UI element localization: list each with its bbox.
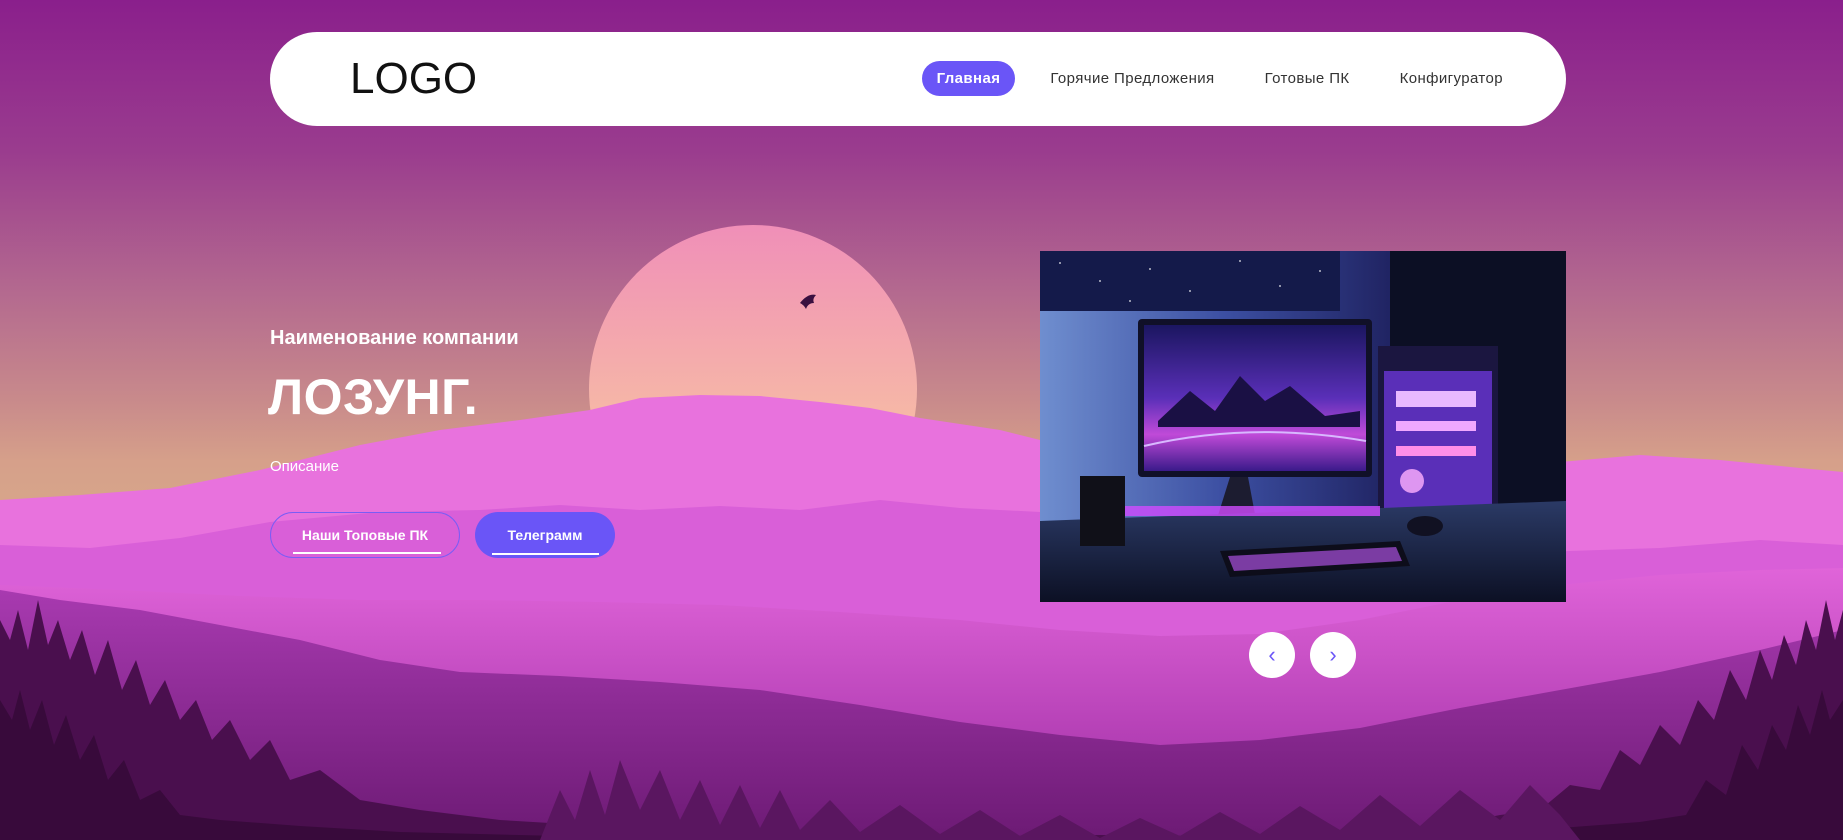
- top-pcs-button-label: Наши Топовые ПК: [301, 527, 429, 543]
- logo[interactable]: LOGO: [350, 54, 477, 104]
- chevron-left-icon: ‹: [1268, 642, 1276, 667]
- button-underline: [293, 552, 441, 554]
- gaming-pc-photo: [1040, 251, 1566, 602]
- nav-item-home[interactable]: Главная: [921, 61, 1016, 96]
- slider-image: [1040, 251, 1566, 602]
- nav-item-ready-pcs[interactable]: Готовые ПК: [1250, 61, 1365, 96]
- chevron-right-icon: ›: [1329, 642, 1337, 667]
- hero-scene: LOGO Главная Горячие Предложения Готовые…: [0, 0, 1843, 840]
- top-pcs-button[interactable]: Наши Топовые ПК: [270, 512, 460, 558]
- main-nav: Главная Горячие Предложения Готовые ПК К…: [902, 61, 1518, 96]
- slider-prev-button[interactable]: ‹: [1249, 632, 1295, 678]
- button-underline: [492, 553, 599, 555]
- nav-item-hot-offers[interactable]: Горячие Предложения: [1035, 61, 1229, 96]
- hero-description: Описание: [270, 458, 340, 475]
- company-name: Наименование компании: [270, 327, 519, 349]
- telegram-button-label: Телеграмм: [507, 527, 583, 543]
- slider-next-button[interactable]: ›: [1310, 632, 1356, 678]
- slogan-heading: ЛОЗУНГ.: [268, 369, 479, 425]
- top-navbar: LOGO Главная Горячие Предложения Готовые…: [270, 32, 1566, 126]
- nav-item-configurator[interactable]: Конфигуратор: [1385, 61, 1518, 96]
- telegram-button[interactable]: Телеграмм: [475, 512, 615, 558]
